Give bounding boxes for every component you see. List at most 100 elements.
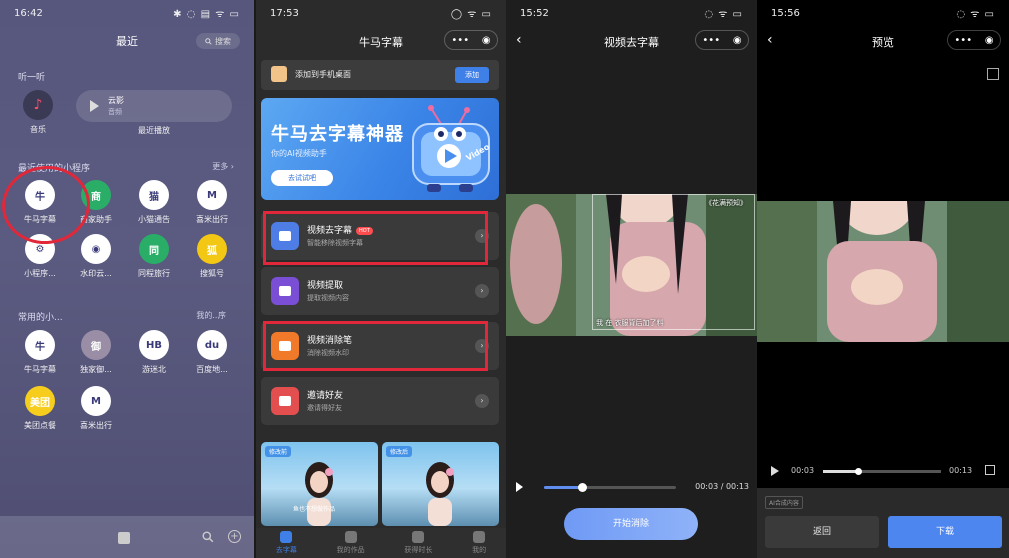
chevron-right-icon: › xyxy=(475,284,489,298)
miniprogram-app[interactable]: du 百度地... xyxy=(190,330,234,375)
tab-icon xyxy=(280,531,293,543)
status-icons: ◯ ᯤ ▭ xyxy=(450,9,492,20)
miniprogram-app[interactable]: ◉ 水印云... xyxy=(74,234,118,279)
search-icon[interactable] xyxy=(202,531,214,543)
back-button[interactable]: 返回 xyxy=(765,516,879,548)
miniprogram-app[interactable]: M 喜米出行 xyxy=(74,386,118,431)
menu-item[interactable]: 视频提取 提取视频内容 › xyxy=(261,267,499,315)
miniprogram-app[interactable]: 牛牛马字幕 xyxy=(18,330,62,375)
app-label: 百度地... xyxy=(196,365,228,374)
tab-label: 我的 xyxy=(472,546,487,554)
status-icons: ✱ ◌ ▤ ᯤ ▭ xyxy=(173,9,240,20)
more-link[interactable]: 更多 › xyxy=(212,161,234,172)
music-label: 音乐 xyxy=(30,125,46,134)
more-label: 更多 xyxy=(212,162,229,171)
status-icons: ◌ ᯤ ▭ xyxy=(956,9,995,20)
search-button[interactable]: 搜索 xyxy=(196,33,240,49)
tab-item[interactable]: 我的 xyxy=(472,531,486,555)
fullscreen-icon[interactable] xyxy=(985,465,995,475)
app-label: 游迷北 xyxy=(142,365,166,374)
play-icon xyxy=(90,100,99,112)
app-label: 牛马字幕 xyxy=(24,365,56,374)
compare-after-card[interactable]: 修改后 xyxy=(382,442,499,526)
add-to-home-text: 添加到手机桌面 xyxy=(295,70,351,79)
status-time: 15:56 xyxy=(771,7,800,19)
menu-item[interactable]: 邀请好友 邀请得好友 › xyxy=(261,377,499,425)
common-sort[interactable]: 序 xyxy=(218,310,226,321)
play-icon[interactable] xyxy=(516,482,523,492)
current-time: 00:03 xyxy=(791,466,815,475)
miniprogram-capsule: ••• ◉ xyxy=(444,30,498,50)
more-icon[interactable]: ••• xyxy=(954,35,972,46)
app-icon: 美团 xyxy=(25,386,55,416)
tab-label: 我的作品 xyxy=(336,546,365,554)
add-icon[interactable]: + xyxy=(228,530,241,543)
recent-play-caption: 最近播放 xyxy=(138,126,170,135)
status-time: 17:53 xyxy=(270,7,299,19)
bottom-dock: + xyxy=(0,516,254,558)
miniprogram-app[interactable]: 猫小猫通告 xyxy=(132,180,176,225)
search-label: 搜索 xyxy=(215,36,231,46)
more-icon[interactable]: ••• xyxy=(702,35,720,46)
start-erase-button[interactable]: 开始消除 xyxy=(564,508,698,540)
app-icon: 猫 xyxy=(139,180,169,210)
menu-item-subtitle: 邀请得好友 xyxy=(307,404,342,412)
miniprogram-app[interactable]: 御独家御... xyxy=(74,330,118,375)
app-icon: HB xyxy=(139,330,169,360)
try-button[interactable]: 去试试吧 xyxy=(271,170,333,186)
preview-screen: 15:56 ◌ ᯤ ▭ ‹ 预览 ••• ◉ 00:03 00:13 AI合成内… xyxy=(757,0,1009,558)
progress-track[interactable] xyxy=(544,483,676,492)
music-app[interactable]: ♪ 音乐 xyxy=(16,90,60,135)
banner-subtitle: 你的AI视频助手 xyxy=(271,149,327,158)
app-label: 独家御... xyxy=(80,365,112,374)
video-frame xyxy=(757,201,1009,342)
menu-item-title: 邀请好友 xyxy=(307,391,344,401)
more-icon[interactable]: ••• xyxy=(451,35,469,46)
niuma-home-screen: 17:53 ◯ ᯤ ▭ 牛马字幕 ••• ◉ 添加到手机桌面 添加 牛马去字幕神… xyxy=(256,0,506,558)
after-tag: 修改后 xyxy=(386,446,413,457)
play-icon[interactable] xyxy=(771,466,779,476)
progress-knob[interactable] xyxy=(578,483,588,492)
tab-icon xyxy=(473,531,486,543)
common-more[interactable]: 我的... xyxy=(196,310,220,321)
download-button[interactable]: 下载 xyxy=(888,516,1002,548)
compare-before-card[interactable]: 修改前 鱼也不想做作品 xyxy=(261,442,378,526)
add-button[interactable]: 添加 xyxy=(455,67,489,83)
miniprogram-app[interactable]: 狐搜狐号 xyxy=(190,234,234,279)
menu-item-subtitle: 提取视频内容 xyxy=(307,294,349,302)
miniprogram-app[interactable]: M 喜米出行 xyxy=(190,180,234,225)
miniprogram-app[interactable]: HB 游迷北 xyxy=(132,330,176,375)
close-icon[interactable]: ◉ xyxy=(482,35,491,46)
subtitle-selection-box[interactable] xyxy=(592,194,755,330)
tab-item[interactable]: 我的作品 xyxy=(337,531,365,555)
compare-caption: 鱼也不想做作品 xyxy=(293,506,336,513)
tab-icon xyxy=(412,531,425,543)
progress-fill xyxy=(823,470,859,473)
portrait-image xyxy=(305,462,333,526)
progress-fill xyxy=(544,486,583,489)
feature-icon xyxy=(271,277,299,305)
progress-knob[interactable] xyxy=(855,468,863,475)
app-label: 搜狐号 xyxy=(200,269,224,278)
highlight-box-remove-subtitle xyxy=(263,211,488,265)
app-label: 喜米出行 xyxy=(196,215,228,224)
tab-item[interactable]: 获得时长 xyxy=(404,531,432,555)
status-bar: 17:53 ◯ ᯤ ▭ xyxy=(256,0,506,26)
close-icon[interactable]: ◉ xyxy=(733,35,742,46)
video-frame: 《花满预知》 我 在 衣服背后加了料 xyxy=(506,194,757,336)
before-tag: 修改前 xyxy=(265,446,292,457)
square-icon[interactable] xyxy=(118,532,130,544)
close-icon[interactable]: ◉ xyxy=(985,35,994,46)
status-time: 15:52 xyxy=(520,7,549,19)
miniprogram-app[interactable]: 同同程旅行 xyxy=(132,234,176,279)
recent-play-card[interactable]: 云影 音频 xyxy=(76,90,232,122)
miniprogram-capsule: ••• ◉ xyxy=(695,30,749,50)
progress-track[interactable] xyxy=(823,468,941,475)
promo-banner[interactable]: 牛马去字幕神器 你的AI视频助手 去试试吧 Video xyxy=(261,98,499,200)
recent-miniprograms-screen: 16:42 ✱ ◌ ▤ ᯤ ▭ 最近 搜索 听一听 ♪ 音乐 云影 音频 最近播… xyxy=(0,0,254,558)
tab-label: 获得时长 xyxy=(404,546,433,554)
tab-item[interactable]: 去字幕 xyxy=(276,531,297,555)
banner-title: 牛马去字幕神器 xyxy=(271,124,404,145)
miniprogram-app[interactable]: 美团 美团点餐 xyxy=(18,386,62,431)
pip-icon[interactable] xyxy=(987,68,999,80)
